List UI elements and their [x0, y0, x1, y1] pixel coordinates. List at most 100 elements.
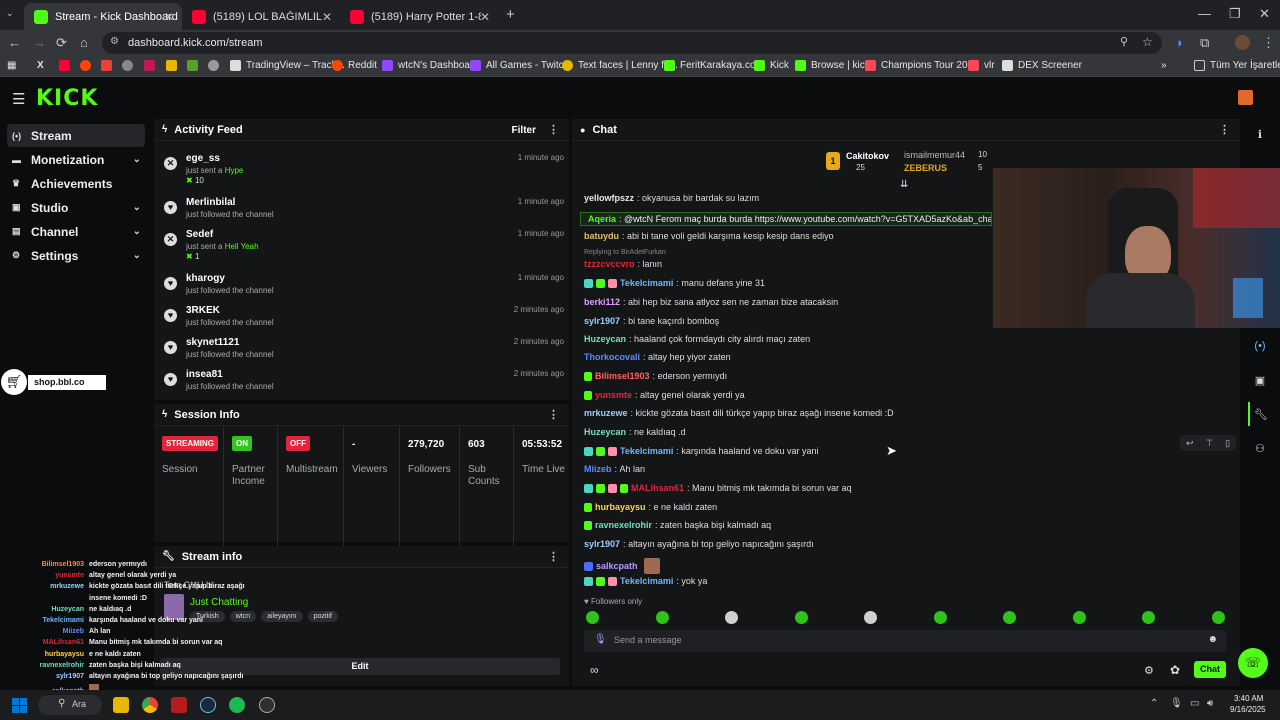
- microphone-icon[interactable]: 🎙︎: [594, 634, 607, 645]
- microphone-tray-icon[interactable]: 🎙︎: [1170, 698, 1183, 709]
- chat-settings-icon[interactable]: ⚙: [1144, 664, 1154, 677]
- spotify-icon[interactable]: [229, 697, 245, 713]
- activity-item[interactable]: ✕ ege_ss just sent a Hype 1 minute ago ✖ 10: [164, 153, 564, 185]
- chat-message[interactable]: yellowfpszz: okyanusa bir bardak su lazı…: [584, 193, 759, 203]
- chat-message[interactable]: Tekelcimami: manu defans yine 31: [584, 278, 765, 288]
- steam-icon[interactable]: [200, 697, 216, 713]
- chat-message[interactable]: mrkuzewe: kickte gözata basıt dili türkç…: [584, 408, 894, 418]
- chat-message[interactable]: Aqeria: @wtcN Ferom maç burda burda http…: [580, 212, 992, 226]
- chat-text[interactable]: @wtcN Ferom maç burda burda https://www.…: [624, 214, 991, 224]
- bookmark-wtcn-dashboard[interactable]: wtcN's Dashboard: [382, 60, 479, 71]
- support-chat-button[interactable]: ☏: [1238, 648, 1268, 678]
- maximize-icon[interactable]: ❐: [1229, 6, 1241, 22]
- new-tab-button[interactable]: +: [506, 6, 515, 23]
- emote-picker-icon[interactable]: ✿: [1170, 663, 1180, 677]
- quick-emote-icon[interactable]: [933, 611, 947, 624]
- activity-item[interactable]: ♥ Merlinbilal just followed the channel 1 …: [164, 197, 564, 227]
- chat-message[interactable]: sylr1907: bi tane kaçırdı bomboş: [584, 316, 719, 326]
- chat-username[interactable]: Tekelcimami: [620, 576, 673, 586]
- chat-username[interactable]: salkcpath: [596, 561, 638, 571]
- sidebar-item-achievements[interactable]: ♛ Achievements: [7, 172, 145, 195]
- chat-username[interactable]: MALihsan61: [631, 483, 684, 493]
- send-chat-button[interactable]: Chat: [1194, 661, 1226, 678]
- more-bookmarks-icon[interactable]: »: [1161, 60, 1167, 71]
- more-options-icon[interactable]: ⋮: [548, 550, 559, 563]
- activity-username[interactable]: kharogy: [186, 273, 225, 284]
- sidebar-item-stream[interactable]: (•) Stream: [7, 124, 145, 147]
- chat-username[interactable]: mrkuzewe: [584, 408, 628, 418]
- tab-search-icon[interactable]: ⌄: [6, 8, 14, 19]
- activity-username[interactable]: skynet1121: [186, 337, 239, 348]
- chat-username[interactable]: Tekelcimami: [620, 278, 673, 288]
- bookmark-circle-icon[interactable]: [122, 60, 138, 71]
- home-icon[interactable]: ⌂: [80, 35, 88, 50]
- chat-username[interactable]: Miizeb: [584, 464, 612, 474]
- activity-username[interactable]: insea81: [186, 369, 223, 380]
- clock-date[interactable]: 9/16/2025: [1230, 705, 1266, 714]
- bookmark-gmail-icon[interactable]: [101, 60, 117, 71]
- chat-message[interactable]: ravnexelrohir: zaten başka bişi kalmadı …: [584, 520, 771, 530]
- close-tab-icon[interactable]: ✕: [164, 10, 174, 24]
- close-tab-icon[interactable]: ✕: [480, 10, 490, 24]
- chat-username[interactable]: batuydu: [584, 231, 619, 241]
- activity-item[interactable]: ♥ 3RKEK just followed the channel 2 minute…: [164, 305, 564, 335]
- bookmark-kick[interactable]: Kick: [754, 60, 789, 71]
- quick-emote-icon[interactable]: [1003, 611, 1016, 624]
- chat-username[interactable]: yellowfpszz: [584, 193, 634, 203]
- chat-message[interactable]: Huzeycan: haaland çok formdaydı city alı…: [584, 334, 810, 344]
- close-tab-icon[interactable]: ✕: [322, 10, 332, 24]
- filter-button[interactable]: Filter: [512, 125, 536, 136]
- bookmark-green-icon[interactable]: [187, 60, 203, 71]
- chat-username[interactable]: sylr1907: [584, 539, 620, 549]
- sidebar-item-monetization[interactable]: ▬ Monetization ⌄: [7, 148, 145, 171]
- back-icon[interactable]: ←: [8, 35, 21, 50]
- camera-tool-icon[interactable]: ▣: [1248, 368, 1272, 392]
- forward-icon[interactable]: →: [33, 35, 46, 50]
- quick-emote-icon[interactable]: [864, 611, 877, 624]
- bookmark-dex-screener[interactable]: DEX Screener: [1002, 60, 1082, 71]
- activity-item[interactable]: ♥ skynet1121 just followed the channel 2 m…: [164, 337, 564, 367]
- chat-username[interactable]: tzzzcvccvro: [584, 259, 635, 269]
- quick-emote-icon[interactable]: [1142, 611, 1155, 624]
- windows-start-icon[interactable]: [12, 698, 27, 713]
- bookmark-reddit[interactable]: Reddit: [332, 60, 377, 71]
- wrench-tool-icon[interactable]: 🔧︎: [1248, 402, 1272, 426]
- emoji-icon[interactable]: ☻: [1207, 634, 1218, 645]
- reply-context[interactable]: Replying to BirAdetFurkan: [584, 249, 666, 256]
- bookmark-star-icon[interactable]: ☆: [1142, 35, 1153, 49]
- chat-username[interactable]: Thorkocovali: [584, 352, 640, 362]
- hamburger-menu-icon[interactable]: ☰: [12, 90, 25, 108]
- activity-item[interactable]: ♥ kharogy just followed the channel 1 minu…: [164, 273, 564, 303]
- chat-message[interactable]: batuydu: abi bi tane voli geldi karşıma …: [584, 231, 834, 241]
- chrome-icon[interactable]: [142, 697, 158, 713]
- chat-username[interactable]: Tekelcimami: [620, 446, 673, 456]
- activity-item[interactable]: ✕ Sedef just sent a Hell Yeah 1 minute ago ✖…: [164, 229, 564, 261]
- quick-emote-icon[interactable]: [586, 611, 599, 624]
- chat-username[interactable]: Huzeycan: [584, 427, 626, 437]
- category-name[interactable]: Just Chatting: [190, 597, 248, 608]
- delete-icon[interactable]: ▯: [1225, 438, 1230, 449]
- bookmark-twitch-games[interactable]: All Games - Twitch: [470, 60, 569, 71]
- more-options-icon[interactable]: ⋮: [1219, 123, 1230, 136]
- info-icon[interactable]: ℹ: [1248, 122, 1272, 146]
- zoom-icon[interactable]: ⚲: [1120, 35, 1128, 48]
- browser-menu-icon[interactable]: ⋮: [1262, 35, 1275, 51]
- bookmark-champions-tour[interactable]: Champions Tour 20...: [865, 60, 976, 71]
- bookmark-yellow-icon[interactable]: [166, 60, 182, 71]
- sidebar-item-channel[interactable]: ▤ Channel ⌄: [7, 220, 145, 243]
- bookmark-tradingview[interactable]: TradingView – Track...: [230, 60, 345, 71]
- chat-input[interactable]: 🎙︎ Send a message ☻: [584, 630, 1226, 652]
- quick-emote-icon[interactable]: [725, 611, 738, 624]
- chat-message[interactable]: Tekelcimami: yok ya: [584, 576, 707, 586]
- bookmark-x-icon[interactable]: X: [37, 60, 44, 71]
- activity-username[interactable]: 3RKEK: [186, 305, 220, 316]
- quick-emote-icon[interactable]: [655, 611, 669, 624]
- bookmark-gray-icon[interactable]: [208, 60, 224, 71]
- activity-username[interactable]: Merlinbilal: [186, 197, 235, 208]
- tag-chip[interactable]: pozitif: [307, 611, 338, 622]
- chat-message[interactable]: Tekelcimami: karşında haaland ve doku va…: [584, 446, 818, 456]
- chat-message[interactable]: berki112: abi hep biz sana atlyoz sen ne…: [584, 297, 838, 307]
- close-window-icon[interactable]: ✕: [1259, 6, 1270, 22]
- chat-username[interactable]: sylr1907: [584, 316, 620, 326]
- reload-icon[interactable]: ⟳: [56, 35, 67, 51]
